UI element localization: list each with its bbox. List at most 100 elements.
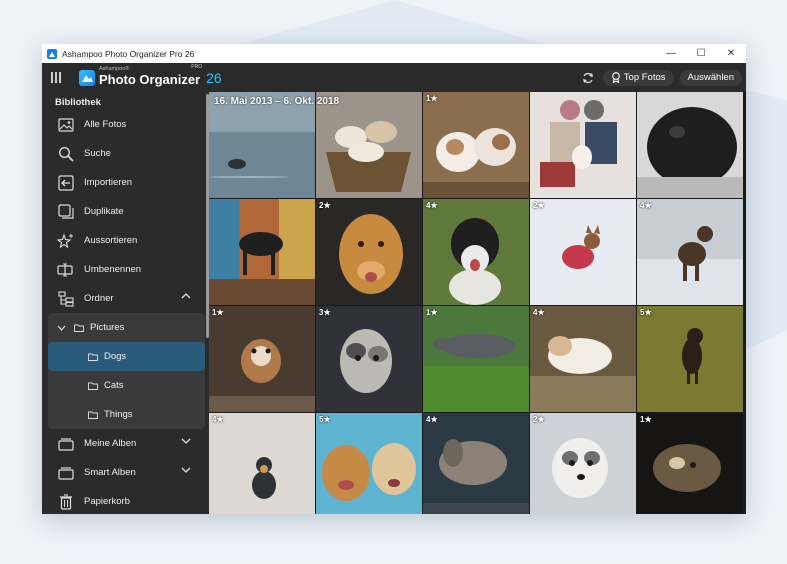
rating-badge: 2★ <box>319 201 331 210</box>
photo-thumbnail[interactable] <box>530 92 636 198</box>
brand-version: 26 <box>206 69 222 86</box>
photo-thumbnail[interactable] <box>209 199 315 305</box>
photo-thumbnail[interactable] <box>209 413 315 514</box>
folder-cats[interactable]: Cats <box>48 371 205 400</box>
sidebar-item-import[interactable]: Importieren <box>42 168 209 197</box>
menu-icon[interactable] <box>51 72 63 83</box>
folder-icon <box>74 324 84 332</box>
chevron-up-icon[interactable] <box>181 293 191 299</box>
folder-things[interactable]: Things <box>48 400 205 429</box>
brand-logo-icon <box>79 69 95 86</box>
date-range-label: 16. Mai 2013 – 6. Okt. 2018 <box>214 96 340 107</box>
sidebar-item-label: Ordner <box>84 293 114 304</box>
chevron-down-icon[interactable] <box>181 467 191 473</box>
search-icon <box>57 145 75 163</box>
title-bar: Ashampoo Photo Organizer Pro 26 — ☐ ✕ <box>42 44 746 63</box>
photo-thumbnail[interactable] <box>423 199 529 305</box>
refresh-button[interactable] <box>579 69 597 87</box>
folder-icon <box>88 382 98 390</box>
photo-thumbnail[interactable] <box>530 306 636 412</box>
photo-thumbnail[interactable] <box>423 413 529 514</box>
rename-icon <box>57 261 75 279</box>
photo-thumbnail[interactable] <box>316 199 422 305</box>
folder-tree: Pictures Dogs Cats Things <box>48 313 205 429</box>
brand-pro-badge: PRO <box>191 63 203 70</box>
duplicates-icon <box>57 203 75 221</box>
chevron-down-icon[interactable] <box>181 438 191 444</box>
photo-thumbnail[interactable] <box>316 92 422 198</box>
sidebar-item-search[interactable]: Suche <box>42 139 209 168</box>
sparkle-icon <box>57 232 75 250</box>
close-button[interactable]: ✕ <box>716 44 746 63</box>
sidebar: Bibliothek Alle Fotos Suche Importieren <box>42 92 209 514</box>
photo-thumbnail[interactable] <box>530 199 636 305</box>
rating-badge: 1★ <box>212 308 224 317</box>
rating-badge: 3★ <box>319 308 331 317</box>
sidebar-item-duplicates[interactable]: Duplikate <box>42 197 209 226</box>
sidebar-item-label: Suche <box>84 148 111 159</box>
folder-dogs[interactable]: Dogs <box>48 342 205 371</box>
window-title: Ashampoo Photo Organizer Pro 26 <box>62 48 195 59</box>
folder-pictures[interactable]: Pictures <box>48 313 205 342</box>
sidebar-item-label: Umbenennen <box>84 264 142 275</box>
top-photos-button[interactable]: Top Fotos <box>602 69 674 86</box>
trash-icon <box>57 493 75 511</box>
photo-gallery: 16. Mai 2013 – 6. Okt. 2018 1★ 2★ 4★ 2★ … <box>209 92 746 514</box>
folder-label: Things <box>104 409 133 420</box>
photo-thumbnail[interactable] <box>423 306 529 412</box>
folder-label: Pictures <box>90 322 125 333</box>
photo-thumbnail[interactable] <box>637 413 743 514</box>
rating-badge: 2★ <box>533 201 545 210</box>
rating-badge: 5★ <box>319 415 331 424</box>
photo-thumbnail[interactable] <box>209 92 315 198</box>
album-icon <box>57 435 75 453</box>
select-button[interactable]: Auswählen <box>679 69 742 86</box>
folder-label: Dogs <box>104 351 127 362</box>
photo-thumbnail[interactable] <box>637 306 743 412</box>
brand-name: Photo Organizer <box>99 72 201 88</box>
folder-label: Cats <box>104 380 124 391</box>
sidebar-item-label: Alle Fotos <box>84 119 127 130</box>
rating-badge: 4★ <box>640 201 652 210</box>
sidebar-item-smart-albums[interactable]: Smart Alben <box>42 458 209 487</box>
folder-tree-icon <box>57 290 75 308</box>
sidebar-item-label: Papierkorb <box>84 496 130 507</box>
smart-album-icon <box>57 464 75 482</box>
photo-thumbnail[interactable] <box>316 413 422 514</box>
sidebar-item-all-photos[interactable]: Alle Fotos <box>42 110 209 139</box>
rating-badge: 4★ <box>426 201 438 210</box>
sidebar-item-my-albums[interactable]: Meine Alben <box>42 429 209 458</box>
rating-badge: 4★ <box>426 415 438 424</box>
rating-badge: 1★ <box>426 308 438 317</box>
rating-badge: 1★ <box>640 415 652 424</box>
sidebar-item-folders[interactable]: Ordner <box>42 284 209 313</box>
photo-icon <box>57 116 75 134</box>
top-photos-label: Top Fotos <box>623 72 666 83</box>
photo-thumbnail[interactable] <box>530 413 636 514</box>
chevron-down-icon[interactable] <box>57 325 66 331</box>
select-label: Auswählen <box>687 72 734 83</box>
minimize-button[interactable]: — <box>656 44 686 63</box>
sidebar-item-label: Meine Alben <box>84 438 137 449</box>
photo-thumbnail[interactable] <box>423 92 529 198</box>
photo-thumbnail[interactable] <box>637 92 743 198</box>
photo-thumbnail[interactable] <box>209 306 315 412</box>
brand: Ashampoo® Photo Organizer PRO 26 <box>79 63 222 89</box>
import-icon <box>57 174 75 192</box>
rating-badge: 5★ <box>640 308 652 317</box>
folder-icon <box>88 353 98 361</box>
sidebar-item-label: Smart Alben <box>84 467 136 478</box>
photo-thumbnail[interactable] <box>316 306 422 412</box>
app-icon <box>47 48 57 59</box>
app-toolbar: Ashampoo® Photo Organizer PRO 26 Top Fot… <box>42 63 746 92</box>
rating-badge: 1★ <box>426 94 438 103</box>
app-window: Ashampoo Photo Organizer Pro 26 — ☐ ✕ As… <box>42 44 746 514</box>
sidebar-item-rename[interactable]: Umbenennen <box>42 255 209 284</box>
sidebar-item-trash[interactable]: Papierkorb <box>42 487 209 514</box>
sidebar-item-sort-out[interactable]: Aussortieren <box>42 226 209 255</box>
sidebar-item-label: Duplikate <box>84 206 124 217</box>
maximize-button[interactable]: ☐ <box>686 44 716 63</box>
rating-badge: 4★ <box>533 308 545 317</box>
folder-icon <box>88 411 98 419</box>
photo-thumbnail[interactable] <box>637 199 743 305</box>
